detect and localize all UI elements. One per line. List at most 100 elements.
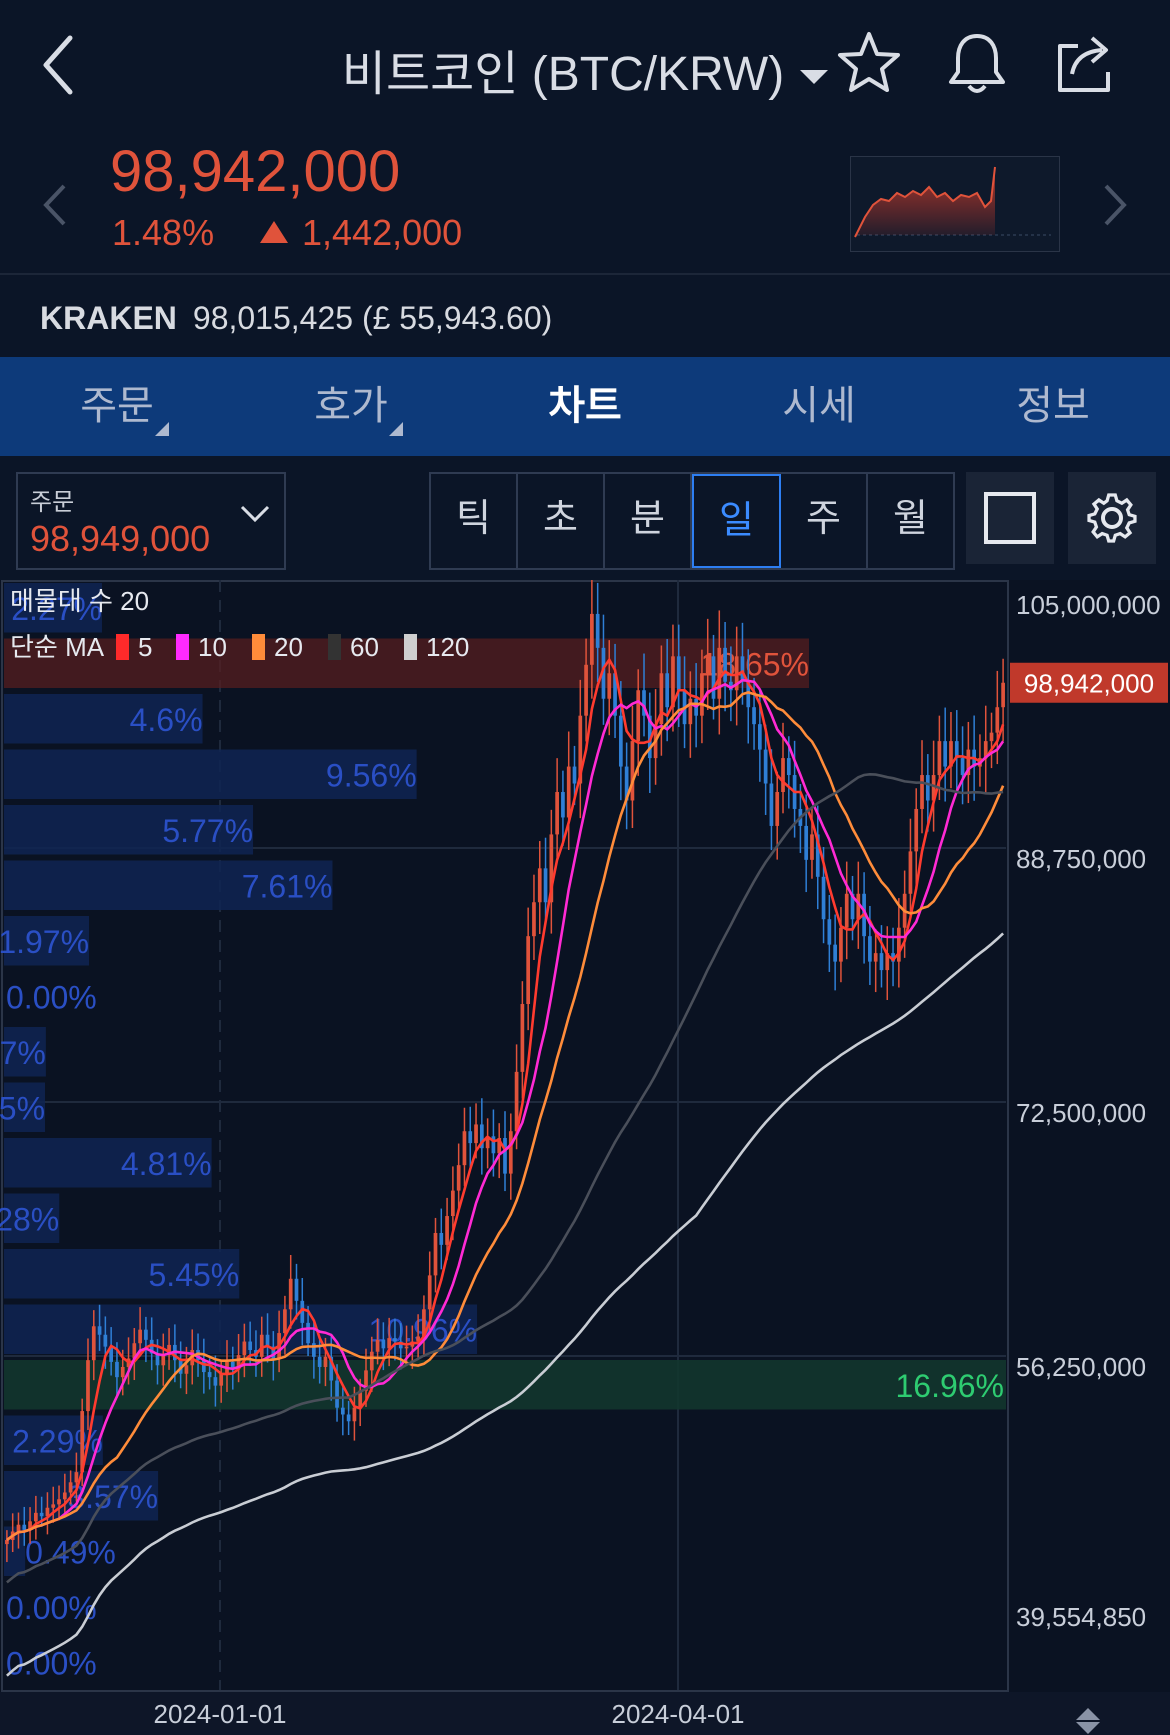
legend-ma-swatch xyxy=(252,634,265,660)
tab-chart[interactable]: 차트 xyxy=(468,357,702,456)
candle-body xyxy=(283,1309,287,1334)
candle-body xyxy=(184,1365,189,1374)
candle-body xyxy=(636,690,641,742)
volume-profile-label: 16.96% xyxy=(895,1368,1004,1404)
candle-body xyxy=(306,1322,310,1344)
order-value: 98,949,000 xyxy=(30,518,211,559)
candle-body xyxy=(86,1360,90,1412)
gear-icon xyxy=(1087,493,1137,543)
fullscreen-button[interactable] xyxy=(966,472,1054,564)
legend-ma-period: 60 xyxy=(350,632,379,662)
candle-body xyxy=(665,673,670,708)
candle-body xyxy=(57,1499,61,1505)
candle-body xyxy=(74,1472,79,1483)
candle-body xyxy=(555,792,559,835)
x-axis-label: 2024-01-01 xyxy=(154,1699,287,1729)
candle-body xyxy=(34,1512,38,1522)
interval-minute[interactable]: 분 xyxy=(605,474,692,568)
candle-body xyxy=(781,758,785,793)
candle-body xyxy=(335,1380,339,1408)
candle-body xyxy=(62,1492,67,1500)
volume-profile-label: 0.00% xyxy=(6,1590,97,1626)
tab-info[interactable]: 정보 xyxy=(936,357,1170,456)
legend-ma-period: 120 xyxy=(426,632,469,662)
interval-tick[interactable]: 틱 xyxy=(431,474,518,568)
exchange-row: KRAKEN 98,015,425 (£ 55,943.60) xyxy=(40,300,552,337)
candle-body xyxy=(844,893,849,928)
candle-body xyxy=(595,613,600,648)
next-coin-icon[interactable] xyxy=(1100,180,1130,230)
order-label: 주문 xyxy=(30,489,75,516)
candle-body xyxy=(908,851,913,894)
square-icon xyxy=(984,492,1036,544)
candle-body xyxy=(474,1124,478,1144)
exchange-name: KRAKEN xyxy=(40,300,177,336)
candle-body xyxy=(833,944,837,962)
tab-market[interactable]: 시세 xyxy=(702,357,936,456)
legend-ma-swatch xyxy=(328,634,341,660)
candle-body xyxy=(700,673,704,716)
candle-body xyxy=(213,1377,218,1386)
settings-button[interactable] xyxy=(1068,472,1156,564)
candle-body xyxy=(115,1361,119,1378)
candle-body xyxy=(97,1326,102,1335)
candle-body xyxy=(618,715,623,767)
price-chart[interactable]: 2.27% 18.65% 4.6% 9.56% 5.77% 7.61% 1.97% 0.00%… xyxy=(0,580,1170,1735)
candle-body xyxy=(144,1329,148,1340)
legend-ma-period: 10 xyxy=(198,632,227,662)
current-price: 98,942,000 xyxy=(110,139,401,204)
candle-body xyxy=(607,673,612,699)
candle-body xyxy=(960,758,965,776)
interval-month[interactable]: 월 xyxy=(868,474,953,568)
tab-order[interactable]: 주문 xyxy=(0,357,234,456)
corner-indicator-icon xyxy=(389,422,403,436)
candle-body xyxy=(381,1339,386,1349)
candle-body xyxy=(839,927,843,962)
tab-orderbook[interactable]: 호가 xyxy=(234,357,468,456)
legend-ma-swatch xyxy=(116,634,129,660)
mini-sparkline[interactable] xyxy=(850,156,1060,252)
star-icon[interactable] xyxy=(834,28,904,98)
candle-body xyxy=(456,1165,461,1191)
candle-body xyxy=(22,1524,27,1530)
candle-body xyxy=(763,749,768,784)
order-price-select[interactable]: 주문 98,949,000 xyxy=(16,472,286,570)
current-price-tag-label: 98,942,000 xyxy=(1024,669,1154,699)
candle-body xyxy=(526,936,531,1005)
candle-body xyxy=(439,1232,444,1245)
chevron-down-icon xyxy=(240,504,270,524)
share-icon[interactable] xyxy=(1050,28,1120,98)
candle-body xyxy=(561,792,565,818)
candle-body xyxy=(989,732,994,742)
candle-body xyxy=(914,808,919,852)
up-triangle-icon xyxy=(260,221,288,243)
candle-body xyxy=(786,758,791,776)
candle-body xyxy=(543,868,548,903)
candle-body xyxy=(433,1232,438,1276)
candle-body xyxy=(161,1355,166,1366)
interval-day[interactable]: 일 xyxy=(692,474,781,568)
candle-body xyxy=(445,1216,449,1245)
candle-body xyxy=(91,1326,96,1361)
candle-body xyxy=(572,766,577,784)
volume-profile-label: 18.65% xyxy=(700,646,809,682)
candle-body xyxy=(242,1341,247,1356)
candle-body xyxy=(451,1190,455,1217)
candle-body xyxy=(288,1278,293,1310)
candle-body xyxy=(68,1482,73,1493)
candle-body xyxy=(532,902,536,937)
candle-body xyxy=(103,1334,108,1347)
chart-svg[interactable]: 2.27%18.65%4.6%9.56%5.77%7.61%1.97%0.00%… xyxy=(0,580,1170,1735)
volume-profile-label: 7.61% xyxy=(242,868,333,904)
interval-second[interactable]: 초 xyxy=(518,474,605,568)
candle-body xyxy=(508,1131,513,1174)
candle-body xyxy=(775,792,780,826)
interval-week[interactable]: 주 xyxy=(781,474,868,568)
prev-coin-icon[interactable] xyxy=(40,180,70,230)
candle-body xyxy=(503,1138,507,1174)
candle-body xyxy=(937,741,942,776)
bell-icon[interactable] xyxy=(942,28,1012,98)
legend-volume-profile: 매물대 수 20 xyxy=(10,586,149,616)
legend-ma-label: 단순 MA xyxy=(10,632,105,662)
candle-body xyxy=(352,1407,357,1422)
